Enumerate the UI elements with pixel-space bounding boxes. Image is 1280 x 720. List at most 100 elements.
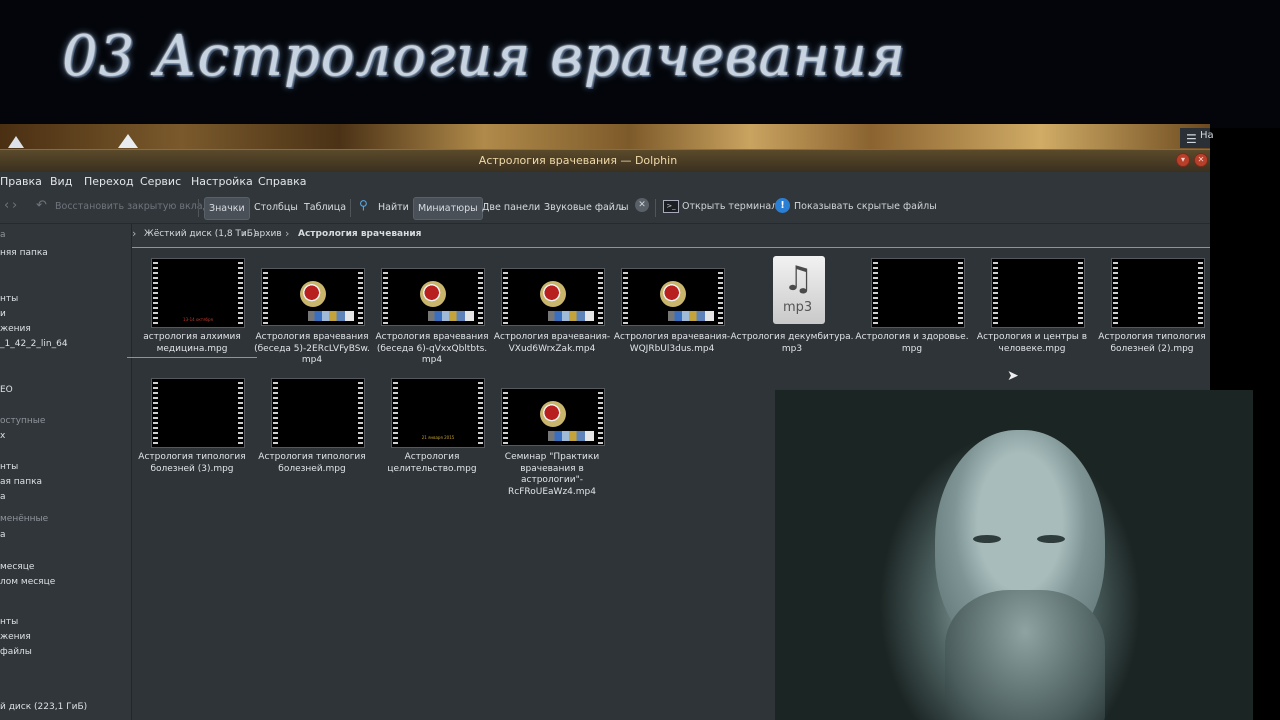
sidebar-item-last-month[interactable]: лом месяце [0, 577, 55, 587]
cursor-icon: ➤ [1007, 368, 1019, 384]
file-name: Астрология врачевания (беседа 6)-qVxxQbl… [367, 332, 497, 367]
menu-settings[interactable]: Настройка [191, 175, 253, 188]
file-name-line: mp4 [421, 355, 443, 365]
thumbnail-logo [540, 281, 566, 307]
sidebar-item-search-files[interactable]: файлы [0, 647, 32, 657]
file-name: Астрология типология болезней.mpg [247, 452, 377, 475]
view-table-button[interactable]: Таблица [300, 197, 350, 218]
file-name-line: WQJRbUl3dus.mp4 [629, 343, 715, 354]
chevron-down-icon[interactable]: ⌄ [617, 202, 625, 213]
video-thumbnail [1111, 258, 1205, 328]
video-thumbnail [501, 388, 605, 446]
restore-tab-icon: ↶ [36, 198, 47, 213]
restore-tab-button[interactable]: Восстановить закрытую вкладку [55, 201, 221, 212]
file-name-line: астрологии"- [521, 475, 583, 485]
sidebar-item[interactable]: и [0, 309, 6, 319]
file-name-line: целительство.mpg [387, 463, 477, 474]
show-hidden-files-button[interactable]: Показывать скрытые файлы [794, 201, 937, 212]
sidebar-heading-recent: менённые [0, 514, 49, 524]
search-icon: ⚲ [359, 198, 368, 212]
file-name-line: Семинар "Практики [504, 452, 600, 462]
file-name-line: VXud6WrxZak.mp4 [508, 343, 596, 354]
video-thumbnail [151, 378, 245, 448]
video-thumbnail [501, 268, 605, 326]
window-title: Астрология врачевания — Dolphin [478, 154, 678, 167]
window-titlebar[interactable]: Астрология врачевания — Dolphin ▾ ✕ [0, 149, 1210, 172]
sidebar-item-folder[interactable]: _1_42_2_lin_64 [0, 339, 68, 349]
video-thumbnail [991, 258, 1085, 328]
panel-menu-label: На [1200, 130, 1214, 141]
file-name-line: астрология алхимия [143, 332, 241, 342]
menu-go[interactable]: Переход [84, 175, 134, 188]
breadcrumb: › Жёсткий диск (1,8 ТиБ) › архив › Астро… [132, 225, 1210, 245]
file-name-line: Астрология [404, 452, 460, 462]
sidebar-item-network[interactable]: х [0, 431, 5, 441]
file-name-line: mpg [901, 343, 923, 354]
sidebar-item-seo[interactable]: EO [0, 385, 13, 395]
wallpaper-light-shape [8, 136, 24, 148]
video-thumbnail [261, 268, 365, 326]
file-name: Астрология декумбитура. mp3 [727, 332, 857, 355]
file-name-line: болезней.mpg [278, 463, 346, 474]
file-name-line: Астрология врачевания [255, 332, 369, 342]
file-name-line: человеке.mpg [998, 343, 1066, 354]
main-toolbar: ‹ › ↶ Восстановить закрытую вкладку Знач… [0, 193, 1210, 224]
sidebar-item-today[interactable]: а [0, 530, 6, 540]
sidebar-item-home[interactable]: няя папка [0, 248, 48, 258]
video-banner: 03 Астрология врачевания [0, 0, 1280, 128]
file-name-line: Астрология врачевания- [613, 332, 731, 342]
info-icon: ! [775, 198, 790, 213]
menu-help[interactable]: Справка [258, 175, 306, 188]
file-name-line: Астрология типология [1098, 332, 1206, 342]
sidebar-item[interactable]: а [0, 492, 6, 502]
forward-icon[interactable]: › [12, 198, 17, 213]
open-terminal-button[interactable]: Открыть терминал [682, 201, 777, 212]
file-name: Астрология врачевания (беседа 5)-2ERcLVF… [247, 332, 377, 367]
close-button[interactable]: ✕ [1194, 153, 1208, 167]
file-name: Астрология и центры в человеке.mpg [967, 332, 1097, 355]
sidebar-heading-remote: оступные [0, 416, 46, 426]
wallpaper-light-shape [118, 134, 138, 148]
view-icons-button[interactable]: Значки [204, 197, 250, 220]
breadcrumb-item-archive[interactable]: архив [254, 229, 282, 239]
mp3-label: mp3 [783, 300, 813, 315]
sidebar-item-folder2[interactable]: ая папка [0, 477, 42, 487]
back-icon[interactable]: ‹ [4, 198, 9, 213]
thumbnail-logo [420, 281, 446, 307]
sidebar-heading: а [0, 230, 6, 240]
webcam-overlay [775, 390, 1253, 720]
sidebar-item-this-month[interactable]: месяце [0, 562, 34, 572]
thumbnail-strip [548, 311, 594, 321]
sidebar-item-disk[interactable]: й диск (223,1 ГиБ) [0, 702, 87, 712]
video-thumbnail [621, 268, 725, 326]
menu-tools[interactable]: Сервис [140, 175, 181, 188]
sidebar-item-search-images[interactable]: жения [0, 632, 31, 642]
view-columns-button[interactable]: Столбцы [250, 197, 302, 218]
presenter-beard [945, 590, 1105, 720]
menu-edit[interactable]: Правка [0, 175, 42, 188]
breadcrumb-item-disk[interactable]: Жёсткий диск (1,8 ТиБ) [144, 229, 256, 239]
thumbnail-logo [660, 281, 686, 307]
find-button[interactable]: Найти [374, 197, 413, 218]
menu-view[interactable]: Вид [50, 175, 72, 188]
presenter-eye [973, 535, 1001, 543]
toolbar-separator [655, 199, 656, 217]
file-name: Астрология врачевания- VXud6WrxZak.mp4 [487, 332, 617, 355]
sidebar-item-documents[interactable]: нты [0, 294, 18, 304]
clear-icon[interactable]: ✕ [635, 198, 649, 212]
desktop-wallpaper-strip [0, 124, 1210, 150]
file-name: Семинар "Практики врачевания в астрологи… [487, 452, 617, 498]
thumbnails-button[interactable]: Миниатюры [413, 197, 483, 220]
sidebar-item-docs-recent[interactable]: нты [0, 462, 18, 472]
minimize-button[interactable]: ▾ [1176, 153, 1190, 167]
banner-title: 03 Астрология врачевания [62, 24, 906, 89]
sidebar-item-search-docs[interactable]: нты [0, 617, 18, 627]
split-panels-button[interactable]: Две панели [478, 197, 544, 218]
video-thumbnail: 21 января 2015 [391, 378, 485, 448]
breadcrumb-item-current[interactable]: Астрология врачевания [298, 229, 421, 239]
file-name-line: (беседа 5)-2ERcLVFyBSw. [254, 343, 370, 354]
sidebar-item-images[interactable]: жения [0, 324, 31, 334]
file-name-line: RcFRoUEaWz4.mp4 [508, 486, 596, 497]
file-name-line: Астрология типология [258, 452, 366, 462]
file-name: Астрология врачевания- WQJRbUl3dus.mp4 [607, 332, 737, 355]
